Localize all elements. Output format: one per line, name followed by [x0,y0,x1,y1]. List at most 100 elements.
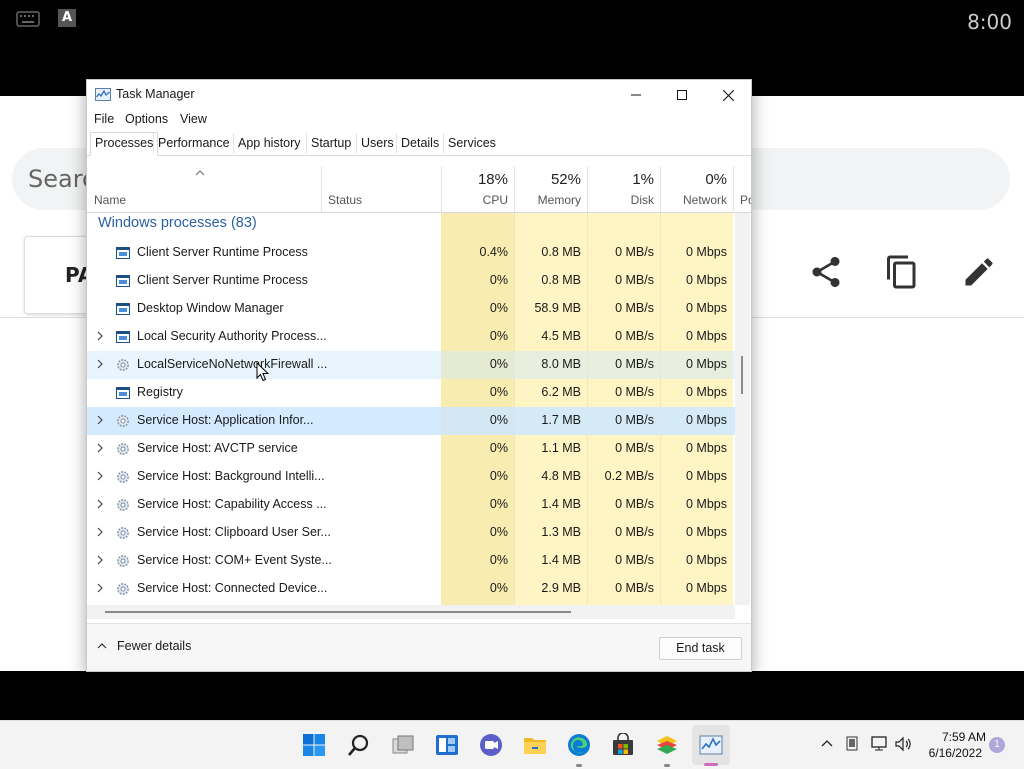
column-disk[interactable]: 1% Disk [587,166,660,212]
process-memory-value: 4.5 MB [541,329,581,343]
task-manager-window: Task Manager File Options View Processes… [86,79,752,672]
table-row[interactable]: Service Host: Background Intelli... 0% 4.8… [87,463,735,491]
share-icon[interactable] [808,254,844,290]
group-label: Windows processes (83) [98,215,257,231]
file-explorer-icon[interactable] [523,733,547,757]
process-disk-value: 0 MB/s [615,329,654,343]
clock-date[interactable]: 6/16/2022 [912,746,982,760]
process-network-value: 0 Mbps [686,413,727,427]
tab-bar: Processes Performance App history Startu… [87,132,751,156]
menu-file[interactable]: File [94,112,114,126]
minimize-button[interactable] [613,80,659,110]
table-row[interactable]: Service Host: COM+ Event Syste... 0% 1.4 M… [87,547,735,575]
process-network-value: 0 Mbps [686,525,727,539]
column-memory[interactable]: 52% Memory [514,166,587,212]
maximize-icon [677,90,687,100]
chevron-right-icon[interactable] [94,442,106,454]
network-icon[interactable] [871,736,889,752]
process-cpu-value: 0% [489,357,508,371]
column-status[interactable]: Status [321,166,441,212]
column-power[interactable]: Po [733,166,751,212]
menu-options[interactable]: Options [125,112,168,126]
vertical-scrollbar-thumb[interactable] [741,356,743,394]
process-gear-icon [117,359,129,371]
tab-users[interactable]: Users [356,133,398,154]
chevron-up-icon[interactable] [821,739,833,747]
task-manager-icon[interactable] [699,733,723,757]
process-memory-value: 1.4 MB [541,553,581,567]
title-bar[interactable]: Task Manager [87,80,751,110]
process-disk-value: 0 MB/s [615,497,654,511]
notification-badge[interactable]: 1 [989,737,1005,753]
status-time: 8:00 [967,10,1012,34]
chevron-right-icon[interactable] [94,470,106,482]
process-name: Local Security Authority Process... [137,329,327,343]
group-header-windows-processes[interactable]: Windows processes (83) [87,213,735,237]
table-row[interactable]: Local Security Authority Process... 0% 4.5… [87,323,735,351]
search-icon[interactable] [347,733,371,757]
table-row[interactable]: Service Host: Application Infor... 0% 1.7 … [87,407,735,435]
process-memory-value: 8.0 MB [541,357,581,371]
teams-chat-icon[interactable] [479,733,503,757]
process-cpu-value: 0% [489,581,508,595]
store-icon[interactable] [611,733,635,757]
memory-total-percent: 52% [550,171,581,188]
table-row[interactable]: Service Host: Capability Access ... 0% 1.4… [87,491,735,519]
process-cpu-value: 0% [489,441,508,455]
fewer-details-button[interactable]: Fewer details [97,639,191,653]
tab-startup[interactable]: Startup [306,133,355,154]
copy-icon[interactable] [884,254,920,290]
table-row[interactable]: Service Host: Clipboard User Ser... 0% 1.3… [87,519,735,547]
table-row[interactable]: Desktop Window Manager 0% 58.9 MB 0 MB/s 0 M… [87,295,735,323]
windows-start-icon[interactable] [302,733,326,757]
table-row[interactable]: Service Host: Connected Device... 0% 2.9 M… [87,575,735,603]
maximize-button[interactable] [659,80,705,110]
tab-processes[interactable]: Processes [90,132,159,156]
widgets-icon[interactable] [435,733,459,757]
process-network-value: 0 Mbps [686,441,727,455]
table-row[interactable]: Client Server Runtime Process 0.4% 0.8 MB 0… [87,239,735,267]
table-row[interactable]: Service Host: AVCTP service 0% 1.1 MB 0 MB/… [87,435,735,463]
process-gear-icon [117,527,129,539]
process-memory-value: 1.1 MB [541,441,581,455]
vertical-scrollbar[interactable] [735,213,750,605]
edit-icon[interactable] [961,254,997,290]
network-label: Network [682,193,727,207]
tab-details[interactable]: Details [396,133,443,154]
chevron-right-icon[interactable] [94,582,106,594]
table-row[interactable]: Registry 0% 6.2 MB 0 MB/s 0 Mbps [87,379,735,407]
tab-performance[interactable]: Performance [153,133,234,154]
edge-icon[interactable] [567,733,591,757]
menu-view[interactable]: View [180,112,207,126]
task-manager-app-icon [95,88,111,101]
chevron-right-icon[interactable] [94,358,106,370]
column-cpu[interactable]: 18% CPU [441,166,514,212]
column-network[interactable]: 0% Network [660,166,733,212]
clock-time[interactable]: 7:59 AM [926,730,986,744]
tablet-icon[interactable] [845,736,859,752]
tab-services[interactable]: Services [443,133,500,154]
chevron-right-icon[interactable] [94,554,106,566]
bluestacks-icon[interactable] [655,733,679,757]
process-cpu-value: 0% [489,273,508,287]
chevron-right-icon[interactable] [94,414,106,426]
close-button[interactable] [705,80,751,110]
process-network-value: 0 Mbps [686,385,727,399]
chevron-right-icon[interactable] [94,526,106,538]
table-row[interactable]: LocalServiceNoNetworkFirewall ... 0% 8.0 M… [87,351,735,379]
taskbar-running-indicator [576,764,582,767]
chevron-right-icon[interactable] [94,498,106,510]
horizontal-scrollbar[interactable] [87,605,735,619]
process-cpu-value: 0% [489,301,508,315]
volume-icon[interactable] [895,736,913,752]
chevron-right-icon[interactable] [94,330,106,342]
footer: Fewer details End task [87,623,751,671]
end-task-button[interactable]: End task [659,637,742,660]
horizontal-scrollbar-thumb[interactable] [105,611,571,613]
process-name: Service Host: Application Infor... [137,413,314,427]
table-row[interactable]: Client Server Runtime Process 0% 0.8 MB 0 M… [87,267,735,295]
process-cpu-value: 0% [489,413,508,427]
task-view-icon[interactable] [391,733,415,757]
tab-app-history[interactable]: App history [233,133,305,154]
column-name[interactable]: Name [87,166,321,212]
